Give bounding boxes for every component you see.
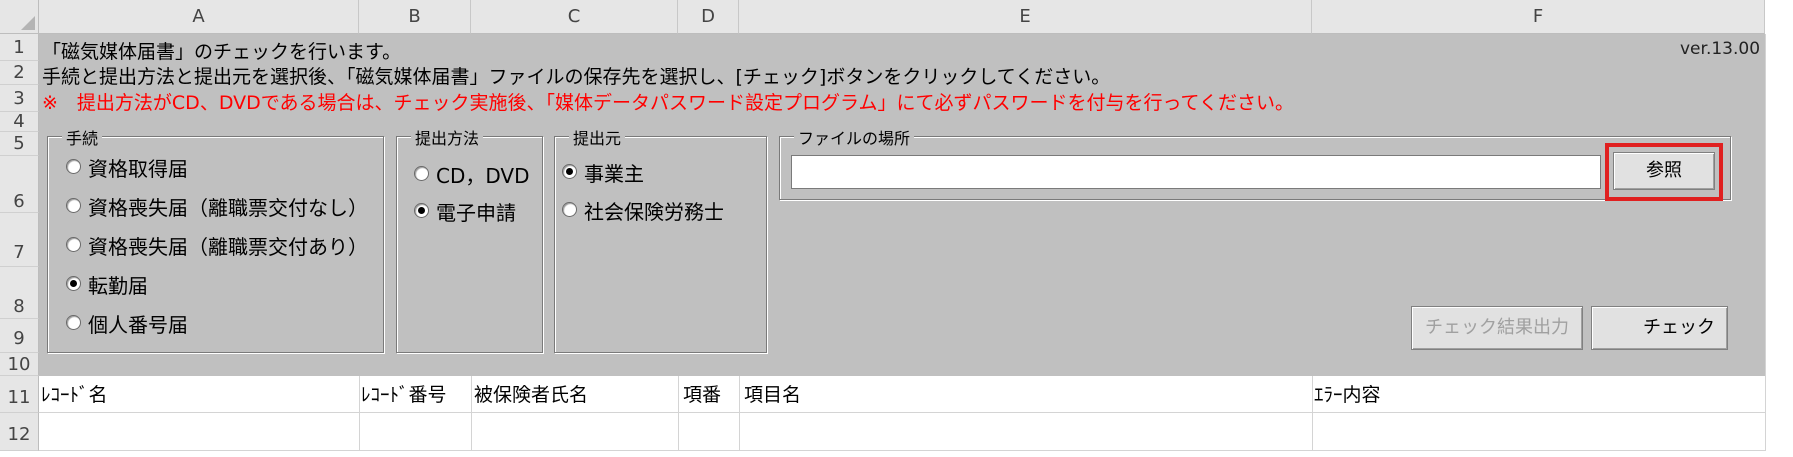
procedure-option-label[interactable]: 資格取得届 [88, 153, 188, 182]
row-header-7[interactable]: 7 [0, 213, 39, 267]
browse-button[interactable]: 参照 [1613, 152, 1715, 190]
gridline [359, 376, 360, 451]
procedure-option-label[interactable]: 資格喪失届（離職票交付なし） [88, 192, 368, 221]
procedure-option-label[interactable]: 個人番号届 [88, 309, 188, 338]
radio-procedure-transfer[interactable] [66, 276, 81, 291]
row-header-11[interactable]: 11 [0, 376, 39, 413]
column-header-a[interactable]: A [39, 0, 359, 34]
column-header-b[interactable]: B [359, 0, 471, 34]
gridline [1312, 376, 1313, 451]
row-header-5[interactable]: 5 [0, 132, 39, 156]
row-header-1[interactable]: 1 [0, 34, 39, 61]
gridline [678, 376, 679, 451]
warning-line: ※ 提出方法がCD、DVDである場合は、チェック実施後、「媒体データパスワード設… [42, 92, 1294, 114]
radio-procedure-loss-with-slip[interactable] [66, 237, 81, 252]
select-all-corner[interactable] [0, 0, 39, 34]
file-path-input[interactable] [791, 155, 1601, 189]
column-header-f[interactable]: F [1312, 0, 1765, 34]
column-header-d[interactable]: D [678, 0, 739, 34]
gridline [739, 376, 740, 451]
method-option-label[interactable]: CD，DVD [436, 160, 530, 189]
check-button[interactable]: チェック [1591, 306, 1728, 350]
table-header-error-content: ｴﾗｰ内容 [1314, 384, 1381, 406]
source-option-label[interactable]: 事業主 [584, 158, 644, 187]
procedure-option-label[interactable]: 転勤届 [88, 270, 148, 299]
radio-procedure-loss-no-slip[interactable] [66, 198, 81, 213]
table-header-insured-name: 被保険者氏名 [474, 384, 589, 406]
table-header-item-number: 項番 [683, 384, 722, 406]
radio-source-labor-consultant[interactable] [562, 202, 577, 217]
table-header-record-number: ﾚｺｰﾄﾞ番号 [361, 384, 447, 406]
procedure-option-label[interactable]: 資格喪失届（離職票交付あり） [88, 231, 368, 260]
radio-procedure-individual-number[interactable] [66, 315, 81, 330]
row-header-2[interactable]: 2 [0, 61, 39, 85]
column-header-e[interactable]: E [739, 0, 1312, 34]
table-header-item-name: 項目名 [744, 384, 802, 406]
row-header-3[interactable]: 3 [0, 85, 39, 112]
row-header-8[interactable]: 8 [0, 267, 39, 319]
file-location-label: ファイルの場所 [794, 125, 915, 149]
radio-source-employer[interactable] [562, 164, 577, 179]
column-header-c[interactable]: C [471, 0, 678, 34]
method-group-label: 提出方法 [411, 125, 484, 149]
gridline [39, 412, 1765, 413]
row-header-4[interactable]: 4 [0, 112, 39, 132]
gridline [471, 376, 472, 451]
source-option-label[interactable]: 社会保険労務士 [584, 196, 724, 225]
table-header-record-name: ﾚｺｰﾄﾞ名 [41, 384, 108, 406]
row-header-10[interactable]: 10 [0, 353, 39, 376]
version-label: ver.13.00 [1680, 39, 1761, 59]
source-group-label: 提出元 [569, 125, 626, 149]
method-option-label[interactable]: 電子申請 [436, 197, 516, 226]
row-header-9[interactable]: 9 [0, 319, 39, 353]
info-line-2: 手続と提出方法と提出元を選択後、「磁気媒体届書」ファイルの保存先を選択し、[チェ… [42, 66, 1111, 88]
radio-method-electronic[interactable] [414, 203, 429, 218]
check-result-output-button[interactable]: チェック結果出力 [1411, 306, 1583, 350]
info-line-1: 「磁気媒体届書」のチェックを行います。 [42, 41, 402, 63]
procedure-group-label: 手続 [62, 125, 103, 149]
radio-procedure-acquisition[interactable] [66, 159, 81, 174]
gridline [1765, 34, 1766, 451]
empty-column-area [1765, 34, 1793, 451]
row-header-6[interactable]: 6 [0, 156, 39, 213]
radio-method-cd-dvd[interactable] [414, 166, 429, 181]
row-header-12[interactable]: 12 [0, 413, 39, 451]
